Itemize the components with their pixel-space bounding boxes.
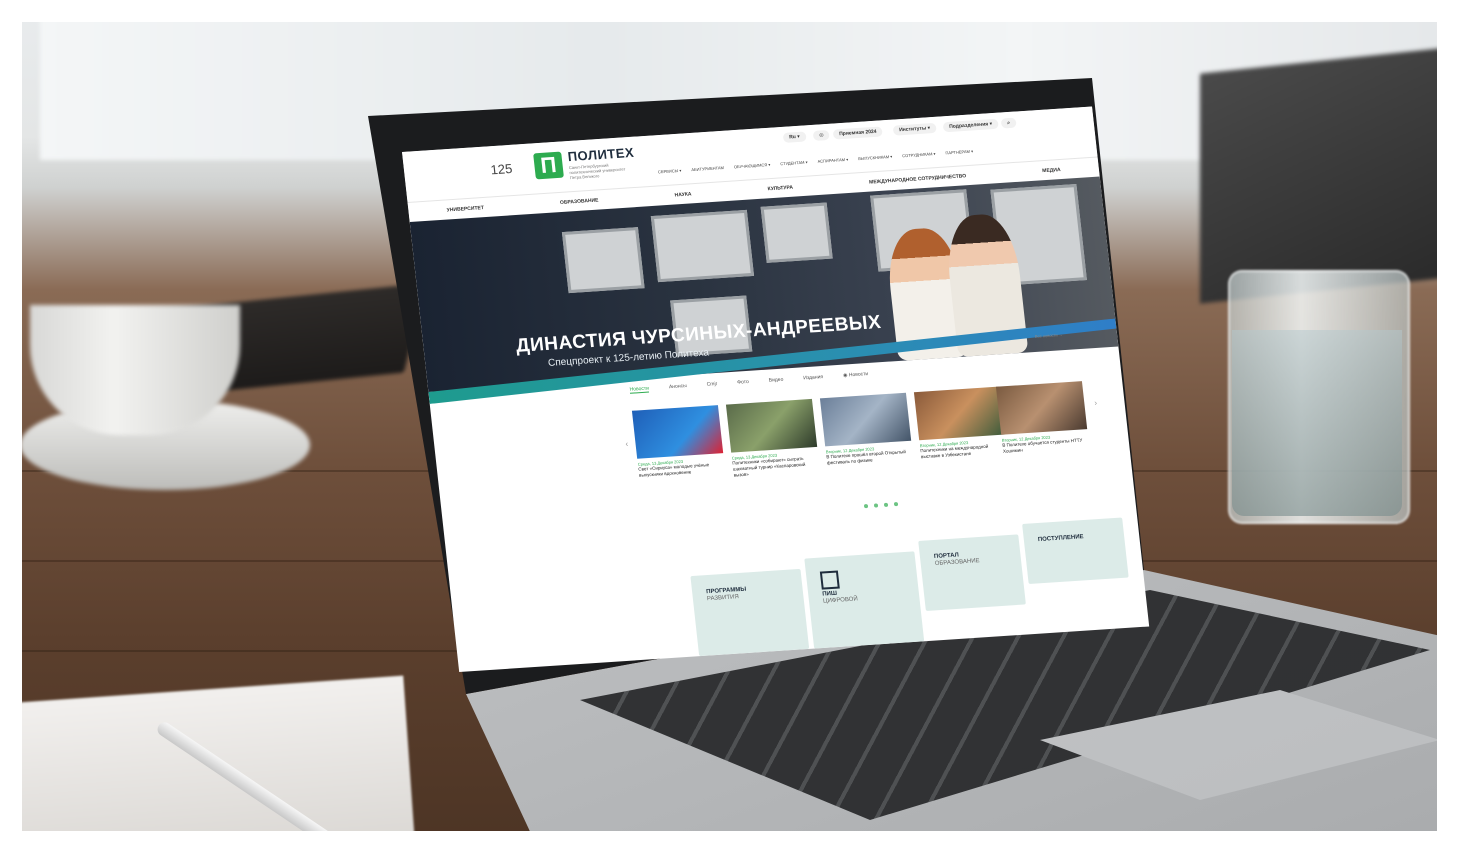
news-card-image (995, 381, 1088, 435)
news-card-image (913, 386, 1006, 441)
language-select[interactable]: Ru ▾ (782, 131, 807, 143)
hero-photo-frame (650, 209, 755, 283)
tile-subtitle: ЦИФРОВОЙ (822, 596, 859, 605)
anniversary-logo: 125 (489, 160, 514, 178)
news-card-image (725, 398, 818, 453)
accessibility-eye-icon[interactable]: ◎ (812, 129, 831, 141)
tile-label: ПРОГРАММЫ РАЗВИТИЯ (706, 587, 748, 604)
tile-education-portal[interactable]: ПОРТАЛ ОБРАЗОВАНИЕ (918, 534, 1026, 611)
tab-announcements[interactable]: Анонсы (669, 383, 688, 391)
tab-video[interactable]: Видео (768, 377, 783, 385)
water-in-glass (1232, 330, 1402, 516)
services-menu-item[interactable]: СЕРВИСЫ ▾ (658, 168, 682, 175)
site-subtitle: Санкт-Петербургский политехнический унив… (568, 162, 626, 181)
hero-photo-frame (760, 202, 833, 263)
carousel-dot[interactable] (883, 502, 889, 507)
tile-pish[interactable]: ПИШ ЦИФРОВОЙ (804, 551, 925, 649)
nav-university[interactable]: УНИВЕРСИТЕТ (446, 205, 484, 213)
tab-live[interactable]: ◉ Новости (843, 371, 869, 380)
departments-dropdown[interactable]: Подразделения ▾ (942, 118, 999, 133)
services-menu-item[interactable]: АСПИРАНТАМ ▾ (817, 157, 848, 164)
tile-title: ПОСТУПЛЕНИЕ (1037, 534, 1085, 544)
hero-photo-frame (561, 227, 645, 294)
news-card[interactable]: Среда, 13 Декабря 2023 Свет «Сириуса» мо… (631, 405, 725, 479)
tile-label: ПОСТУПЛЕНИЕ (1038, 534, 1085, 544)
nav-culture[interactable]: КУЛЬТУРА (767, 185, 793, 193)
services-menu-item[interactable]: ПАРТНЕРАМ ▾ (945, 149, 973, 156)
tile-label: ПОРТАЛ ОБРАЗОВАНИЕ (934, 551, 980, 568)
tile-development-programs[interactable]: ПРОГРАММЫ РАЗВИТИЯ (690, 568, 810, 657)
services-menu-item[interactable]: АБИТУРИЕНТАМ (691, 165, 724, 172)
news-carousel: Среда, 13 Декабря 2023 Свет «Сириуса» мо… (631, 381, 1094, 521)
qr-icon (819, 570, 840, 590)
carousel-prev-icon[interactable]: ‹ (625, 439, 629, 448)
news-card-image (819, 392, 912, 447)
carousel-dot[interactable] (873, 503, 879, 508)
nav-science[interactable]: НАУКА (674, 191, 691, 198)
carousel-next-icon[interactable]: › (1094, 398, 1098, 407)
carousel-dot[interactable] (893, 502, 899, 507)
polytech-logo-icon[interactable]: П (533, 151, 564, 180)
tab-smi[interactable]: Сmjr (706, 381, 717, 389)
services-menu-item[interactable]: ВЫПУСКНИКАМ ▾ (858, 154, 893, 161)
services-menu-item[interactable]: ОБУЧАЮЩИМСЯ ▾ (734, 162, 771, 169)
carousel-dot[interactable] (863, 504, 869, 509)
tab-publications[interactable]: Издания (803, 374, 824, 382)
background-laptop (1200, 46, 1459, 304)
news-card[interactable]: Вторник, 12 Декабря 2023 Политехники на … (913, 386, 1007, 461)
nav-education[interactable]: ОБРАЗОВАНИЕ (560, 197, 599, 206)
institutes-dropdown[interactable]: Институты ▾ (892, 122, 937, 136)
tile-admission[interactable]: ПОСТУПЛЕНИЕ (1022, 517, 1129, 585)
news-card[interactable]: Вторник, 12 Декабря 2023 В Политехе обуч… (995, 381, 1089, 455)
tab-photo[interactable]: Фото (737, 379, 749, 387)
tile-subtitle: РАЗВИТИЯ (706, 594, 740, 603)
tile-label: ПИШ ЦИФРОВОЙ (819, 569, 859, 605)
tab-news[interactable]: Новости (629, 385, 650, 394)
search-icon[interactable]: ⌕ (1000, 117, 1017, 129)
admission-button[interactable]: Приемная 2024 (832, 126, 884, 140)
services-menu-item[interactable]: СОТРУДНИКАМ ▾ (902, 151, 936, 158)
services-menu-item[interactable]: СТУДЕНТАМ ▾ (780, 159, 808, 166)
news-card[interactable]: Вторник, 12 Декабря 2023 В Политехе прош… (819, 392, 913, 467)
laptop-screen-webpage: 125 П ПОЛИТЕХ Санкт-Петербургский полите… (402, 106, 1150, 672)
news-card-image (631, 405, 724, 459)
nav-international[interactable]: МЕЖДУНАРОДНОЕ СОТРУДНИЧЕСТВО (869, 173, 967, 185)
photo-scene: 125 П ПОЛИТЕХ Санкт-Петербургский полите… (0, 0, 1459, 853)
news-card[interactable]: Среда, 13 Декабря 2023 Политехники «соби… (725, 398, 820, 479)
carousel-pagination (863, 502, 899, 509)
nav-media[interactable]: МЕДИА (1042, 167, 1061, 174)
